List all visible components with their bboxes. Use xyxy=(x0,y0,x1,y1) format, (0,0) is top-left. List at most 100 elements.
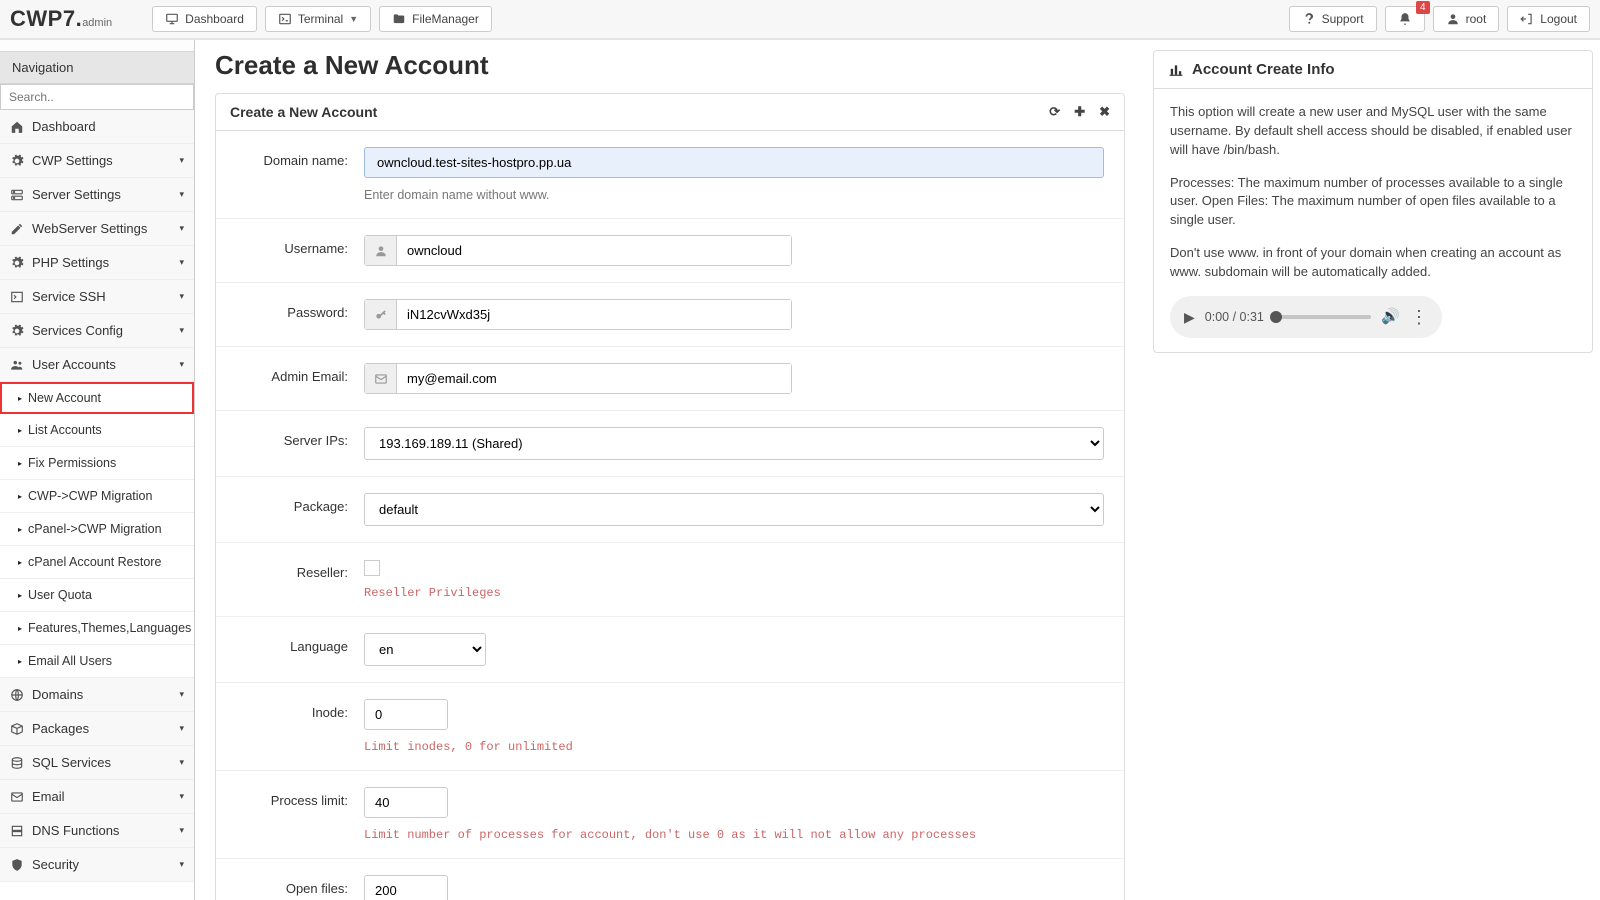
sidebar-sub-fix-permissions[interactable]: ▸Fix Permissions xyxy=(0,447,194,480)
serverip-label: Server IPs: xyxy=(236,427,364,448)
username-label: Username: xyxy=(236,235,364,256)
package-label: Package: xyxy=(236,493,364,514)
dashboard-button[interactable]: Dashboard xyxy=(152,6,257,32)
gear-icon xyxy=(10,256,24,270)
openfiles-input[interactable] xyxy=(364,875,448,900)
gear-icon xyxy=(10,154,24,168)
reseller-checkbox[interactable] xyxy=(364,560,380,576)
chevron-down-icon: ▾ xyxy=(179,189,184,200)
sidebar-item-domains[interactable]: Domains▾ xyxy=(0,678,194,712)
users-icon xyxy=(10,358,24,372)
terminal2-icon xyxy=(10,290,24,304)
chevron-down-icon: ▾ xyxy=(179,689,184,700)
pencil-icon xyxy=(10,222,24,236)
question-icon xyxy=(1302,12,1316,26)
audio-more-icon[interactable]: ⋮ xyxy=(1410,304,1428,330)
sidebar-item-dashboard[interactable]: Dashboard xyxy=(0,110,194,144)
sidebar-sub-cwp-cwp-migration[interactable]: ▸CWP->CWP Migration xyxy=(0,480,194,513)
terminal-button[interactable]: Terminal▼ xyxy=(265,6,371,32)
audio-track[interactable] xyxy=(1274,315,1371,319)
sidebar-item-webserver-settings[interactable]: WebServer Settings▾ xyxy=(0,212,194,246)
inode-input[interactable] xyxy=(364,699,448,730)
domain-input[interactable] xyxy=(364,147,1104,178)
sidebar-item-email[interactable]: Email▾ xyxy=(0,780,194,814)
info-panel: Account Create Info This option will cre… xyxy=(1153,50,1593,353)
user-icon xyxy=(1446,12,1460,26)
sidebar-sub-cpanel-account-restore[interactable]: ▸cPanel Account Restore xyxy=(0,546,194,579)
chevron-down-icon: ▾ xyxy=(179,723,184,734)
volume-icon[interactable]: 🔊 xyxy=(1381,306,1400,328)
caret-right-icon: ▸ xyxy=(18,394,22,403)
user-icon xyxy=(365,236,397,265)
caret-right-icon: ▸ xyxy=(18,525,22,534)
chevron-down-icon: ▾ xyxy=(179,825,184,836)
proclimit-input[interactable] xyxy=(364,787,448,818)
sidebar-sub-new-account[interactable]: ▸New Account xyxy=(0,382,194,414)
sidebar-sub-list-accounts[interactable]: ▸List Accounts xyxy=(0,414,194,447)
mail-icon xyxy=(10,790,24,804)
sidebar-item-cwp-settings[interactable]: CWP Settings▾ xyxy=(0,144,194,178)
caret-right-icon: ▸ xyxy=(18,657,22,666)
terminal-icon xyxy=(278,12,292,26)
sidebar-item-packages[interactable]: Packages▾ xyxy=(0,712,194,746)
chevron-down-icon: ▾ xyxy=(179,859,184,870)
plus-icon[interactable]: ✚ xyxy=(1074,104,1085,120)
sidebar-item-user-accounts[interactable]: User Accounts▾ xyxy=(0,348,194,382)
password-input[interactable] xyxy=(397,300,791,329)
caret-right-icon: ▸ xyxy=(18,591,22,600)
bell-icon xyxy=(1398,12,1412,26)
email-input[interactable] xyxy=(397,364,791,393)
panel-header: Create a New Account ⟳ ✚ ✖ xyxy=(216,94,1124,131)
bell-button[interactable]: 4 xyxy=(1385,6,1425,32)
domain-label: Domain name: xyxy=(236,147,364,168)
caret-right-icon: ▸ xyxy=(18,426,22,435)
audio-time: 0:00 / 0:31 xyxy=(1205,308,1264,326)
box-icon xyxy=(10,722,24,736)
audio-player[interactable]: ▶ 0:00 / 0:31 🔊 ⋮ xyxy=(1170,296,1442,338)
chevron-down-icon: ▾ xyxy=(179,359,184,370)
serverip-select[interactable]: 193.169.189.11 (Shared) xyxy=(364,427,1104,460)
sidebar-item-php-settings[interactable]: PHP Settings▾ xyxy=(0,246,194,280)
dns-icon xyxy=(10,824,24,838)
caret-right-icon: ▸ xyxy=(18,558,22,567)
filemanager-button[interactable]: FileManager xyxy=(379,6,492,32)
close-icon[interactable]: ✖ xyxy=(1099,104,1110,120)
support-button[interactable]: Support xyxy=(1289,6,1377,32)
sidebar-item-security[interactable]: Security▾ xyxy=(0,848,194,882)
chevron-down-icon: ▾ xyxy=(179,791,184,802)
sidebar-item-server-settings[interactable]: Server Settings▾ xyxy=(0,178,194,212)
package-select[interactable]: default xyxy=(364,493,1104,526)
username-input[interactable] xyxy=(397,236,791,265)
sidebar-item-sql-services[interactable]: SQL Services▾ xyxy=(0,746,194,780)
root-button[interactable]: root xyxy=(1433,6,1500,32)
globe-icon xyxy=(10,688,24,702)
sidebar-item-dns-functions[interactable]: DNS Functions▾ xyxy=(0,814,194,848)
sidebar-sub-user-quota[interactable]: ▸User Quota xyxy=(0,579,194,612)
chevron-down-icon: ▼ xyxy=(349,14,358,24)
chevron-down-icon: ▾ xyxy=(179,155,184,166)
openfiles-label: Open files: xyxy=(236,875,364,896)
caret-right-icon: ▸ xyxy=(18,459,22,468)
proclimit-label: Process limit: xyxy=(236,787,364,808)
notification-badge: 4 xyxy=(1416,1,1430,14)
inode-label: Inode: xyxy=(236,699,364,720)
chart-icon xyxy=(1168,63,1184,77)
logout-button[interactable]: Logout xyxy=(1507,6,1590,32)
sidebar-sub-cpanel-cwp-migration[interactable]: ▸cPanel->CWP Migration xyxy=(0,513,194,546)
folder-icon xyxy=(392,12,406,26)
key-icon xyxy=(365,300,397,329)
sidebar-item-services-config[interactable]: Services Config▾ xyxy=(0,314,194,348)
gear-icon xyxy=(10,324,24,338)
mail-icon xyxy=(365,364,397,393)
search-input[interactable] xyxy=(0,84,194,110)
shield-icon xyxy=(10,858,24,872)
play-icon[interactable]: ▶ xyxy=(1184,307,1195,327)
monitor-icon xyxy=(165,12,179,26)
brand: CWP7.admin xyxy=(10,6,112,32)
reload-icon[interactable]: ⟳ xyxy=(1049,104,1060,120)
sidebar-item-service-ssh[interactable]: Service SSH▾ xyxy=(0,280,194,314)
reseller-label: Reseller: xyxy=(236,559,364,580)
sidebar-sub-email-all-users[interactable]: ▸Email All Users xyxy=(0,645,194,678)
sidebar-sub-features-themes-languages[interactable]: ▸Features,Themes,Languages xyxy=(0,612,194,645)
language-select[interactable]: en xyxy=(364,633,486,666)
